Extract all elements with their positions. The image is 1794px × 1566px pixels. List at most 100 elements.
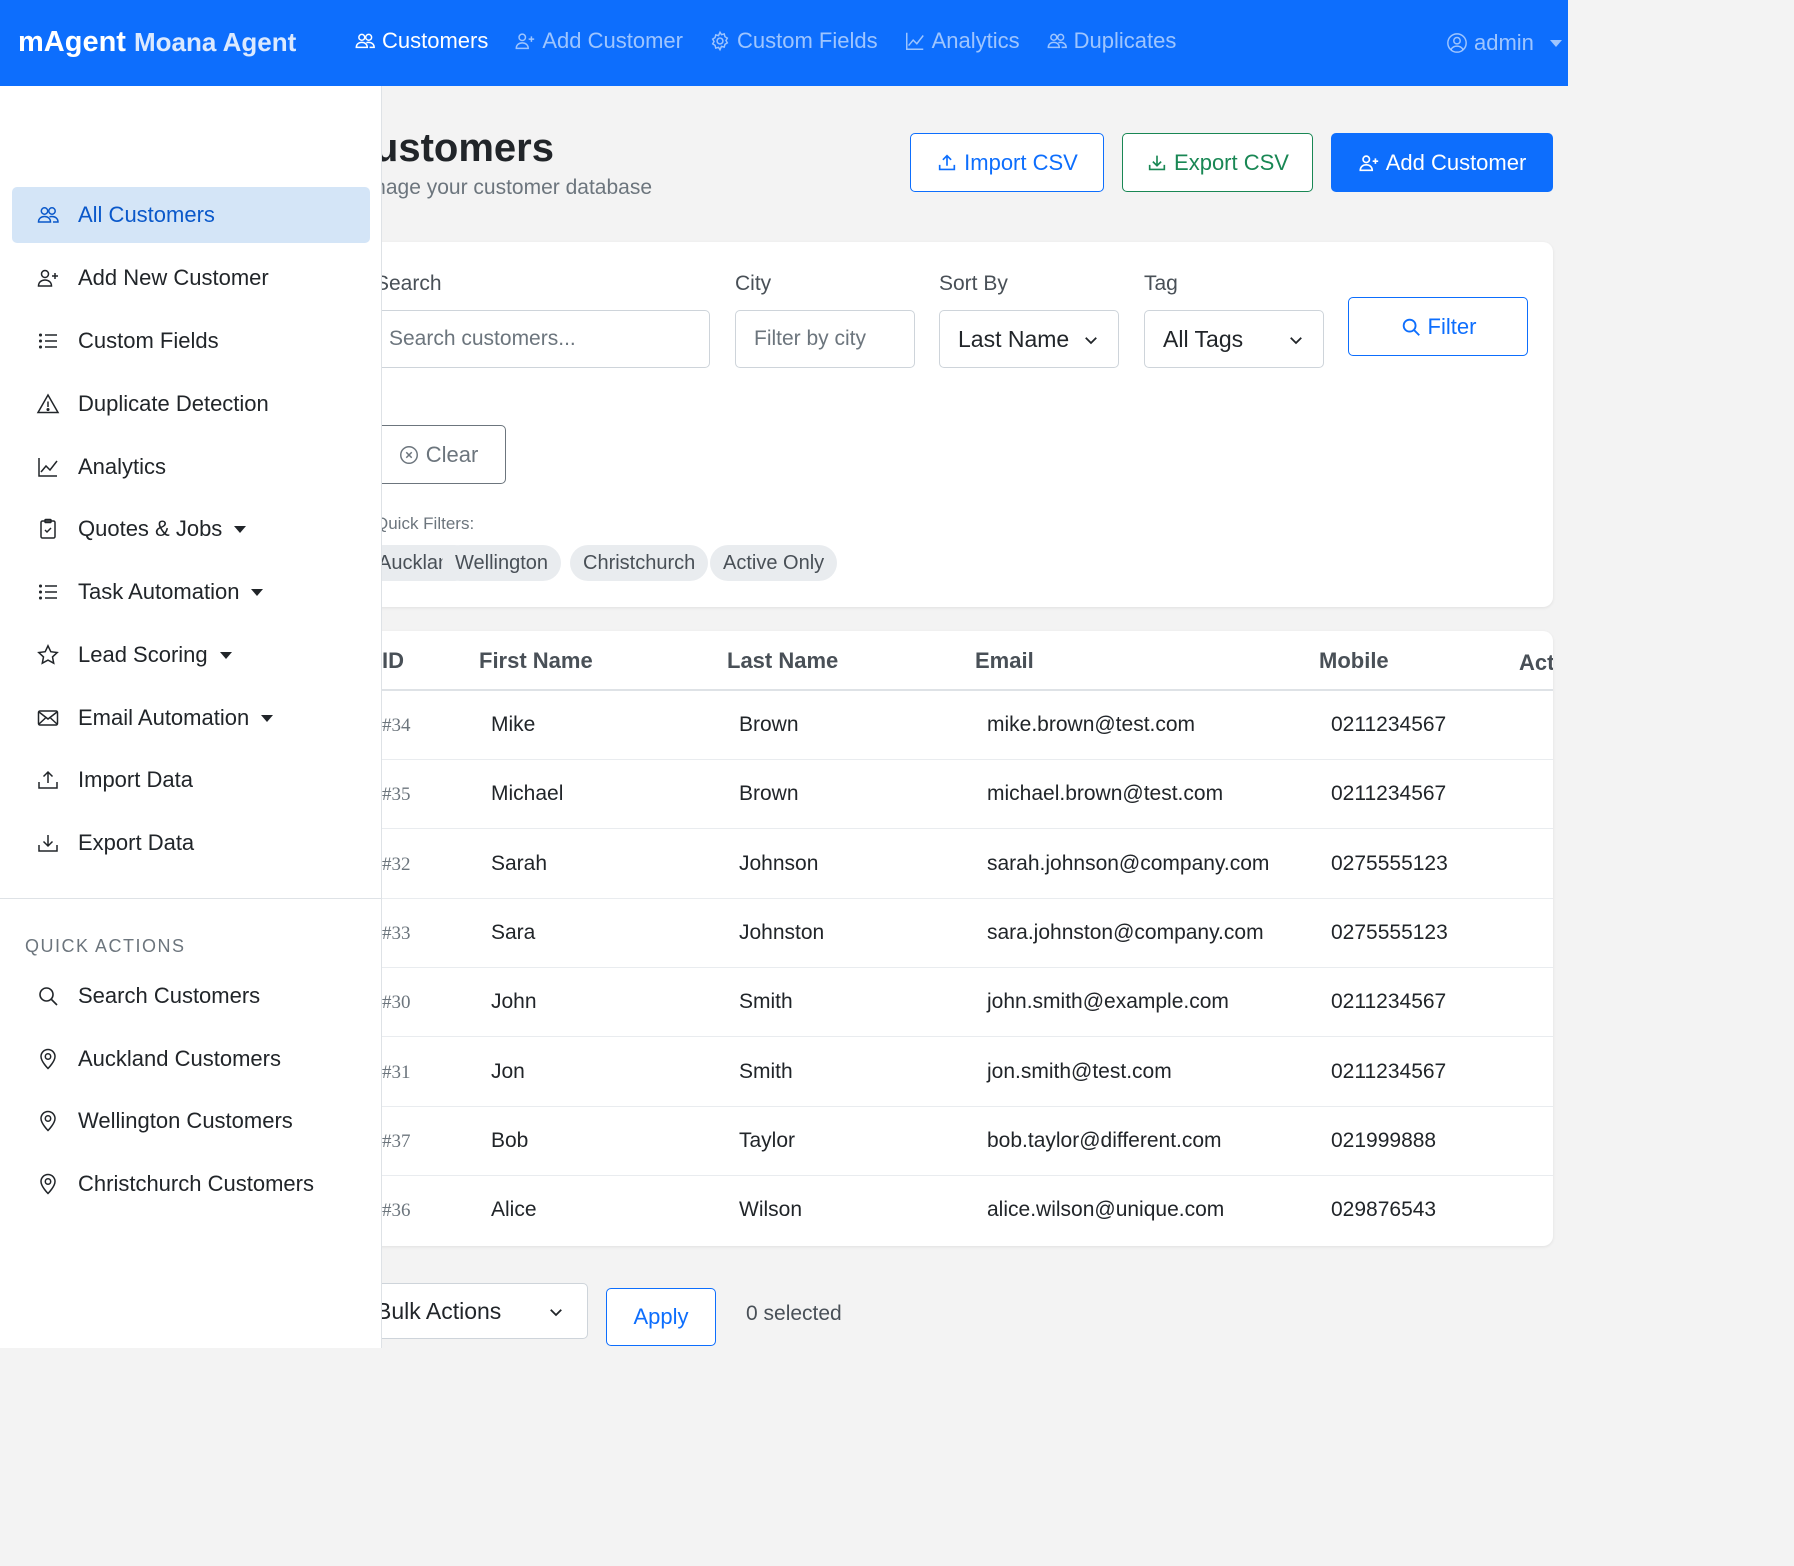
- sort-select[interactable]: Last Name: [939, 310, 1119, 368]
- warning-icon: [36, 392, 60, 416]
- sidebar-item-label: Task Automation: [78, 579, 240, 604]
- sidebar-item-label: Import Data: [78, 767, 193, 792]
- top-navbar: mAgent Moana Agent Customers Add Custome…: [0, 0, 1568, 86]
- sidebar-item-import-data[interactable]: Import Data: [12, 752, 370, 808]
- person-plus-icon: [514, 30, 536, 52]
- sidebar-item-quotes-jobs[interactable]: Quotes & Jobs: [12, 501, 370, 557]
- sidebar-item-custom-fields[interactable]: Custom Fields: [12, 313, 370, 369]
- cell-mobile: 029876543: [1331, 1198, 1437, 1221]
- sidebar-item-label: Export Data: [78, 830, 195, 855]
- graph-icon: [904, 30, 926, 52]
- filter-label: Filter: [1427, 313, 1477, 339]
- cell-mobile: 021999888: [1331, 1129, 1437, 1152]
- chevron-down-icon: [261, 714, 274, 722]
- user-menu[interactable]: admin: [1446, 30, 1562, 56]
- table-row[interactable]: #30 John Smith john.smith@example.com 02…: [345, 968, 1553, 1037]
- nav-link-customers[interactable]: Customers: [354, 28, 488, 54]
- people-icon: [36, 203, 60, 227]
- filter-button[interactable]: Filter: [1348, 297, 1528, 356]
- quick-filter-chip[interactable]: Wellington: [442, 545, 562, 581]
- table-row[interactable]: #36 Alice Wilson alice.wilson@unique.com…: [345, 1176, 1553, 1245]
- city-input[interactable]: Filter by city: [735, 310, 915, 368]
- sidebar-item-all-customers[interactable]: All Customers: [12, 187, 370, 243]
- cell-mobile: 0275555123: [1331, 921, 1448, 944]
- quick-action-christchurch-customers[interactable]: Christchurch Customers: [12, 1156, 370, 1212]
- quick-action-wellington-customers[interactable]: Wellington Customers: [12, 1093, 370, 1149]
- cell-mobile: 0275555123: [1331, 852, 1448, 875]
- import-csv-button[interactable]: Import CSV: [910, 133, 1104, 192]
- nav-link-analytics[interactable]: Analytics: [904, 28, 1020, 54]
- sidebar-item-analytics[interactable]: Analytics: [12, 439, 370, 495]
- sidebar-item-export-data[interactable]: Export Data: [12, 815, 370, 871]
- cell-last-name: Brown: [739, 713, 799, 736]
- apply-button[interactable]: Apply: [606, 1288, 716, 1346]
- cell-first-name: Jon: [491, 1060, 525, 1083]
- brand-subtitle: Moana Agent: [134, 27, 297, 57]
- cell-mobile: 0211234567: [1331, 990, 1447, 1013]
- sidebar-item-duplicate-detection[interactable]: Duplicate Detection: [12, 376, 370, 432]
- table-row[interactable]: #35 Michael Brown michael.brown@test.com…: [345, 760, 1553, 829]
- cell-last-name: Johnson: [739, 852, 819, 875]
- sidebar-item-add-new-customer[interactable]: Add New Customer: [12, 250, 370, 306]
- sidebar-item-lead-scoring[interactable]: Lead Scoring: [12, 627, 370, 683]
- cell-email: michael.brown@test.com: [987, 782, 1224, 805]
- column-header-mobile[interactable]: Mobile: [1319, 648, 1389, 674]
- column-header-actions: Actions: [1519, 650, 1553, 675]
- cell-first-name: Bob: [491, 1129, 529, 1152]
- clipboard-icon: [36, 517, 60, 541]
- sort-label: Sort By: [939, 272, 1008, 295]
- page-subtitle: Manage your customer database: [345, 176, 653, 199]
- cell-first-name: Mike: [491, 713, 536, 736]
- city-label: City: [735, 272, 772, 295]
- brand[interactable]: mAgent Moana Agent: [18, 26, 296, 59]
- column-header-id[interactable]: ID: [382, 648, 404, 674]
- cell-id: #32: [382, 854, 411, 875]
- cell-email: sarah.johnson@company.com: [987, 852, 1270, 875]
- nav-link-duplicates[interactable]: Duplicates: [1046, 28, 1176, 54]
- nav-links: Customers Add Customer Custom Fields Ana…: [354, 28, 1176, 54]
- cell-id: #34: [382, 715, 411, 736]
- export-csv-button[interactable]: Export CSV: [1122, 133, 1313, 192]
- search-input[interactable]: Search customers...: [370, 310, 710, 368]
- column-header-first-name[interactable]: First Name: [479, 648, 593, 674]
- quick-filter-chip[interactable]: Christchurch: [570, 545, 709, 581]
- quick-filter-chip[interactable]: Active Only: [710, 545, 838, 581]
- sidebar-item-label: Lead Scoring: [78, 642, 208, 667]
- chevron-down-icon: [219, 651, 232, 659]
- add-customer-button[interactable]: Add Customer: [1331, 133, 1553, 192]
- nav-link-add-customer[interactable]: Add Customer: [514, 28, 683, 54]
- sidebar-item-label: Email Automation: [78, 705, 250, 730]
- sidebar-item-label: Add New Customer: [78, 265, 269, 290]
- quick-action-search-customers[interactable]: Search Customers: [12, 968, 370, 1024]
- sidebar-item-email-automation[interactable]: Email Automation: [12, 690, 370, 746]
- table-row[interactable]: #32 Sarah Johnson sarah.johnson@company.…: [345, 830, 1553, 899]
- cell-id: #35: [382, 784, 411, 805]
- download-icon: [1146, 152, 1168, 174]
- export-csv-label: Export CSV: [1174, 149, 1289, 175]
- brand-name: mAgent: [18, 26, 126, 58]
- upload-icon: [936, 152, 958, 174]
- table-row[interactable]: #33 Sara Johnston sara.johnston@company.…: [345, 899, 1553, 968]
- chevron-down-icon: [1085, 337, 1097, 345]
- sidebar-item-label: Duplicate Detection: [78, 391, 269, 416]
- gear-icon: [709, 30, 731, 52]
- cell-first-name: Alice: [491, 1198, 537, 1221]
- nav-link-custom-fields[interactable]: Custom Fields: [709, 28, 878, 54]
- tag-select[interactable]: All Tags: [1144, 310, 1324, 368]
- quick-action-auckland-customers[interactable]: Auckland Customers: [12, 1031, 370, 1087]
- chevron-down-icon: [251, 588, 264, 596]
- person-plus-icon: [1358, 152, 1380, 174]
- geo-pin-icon: [36, 1047, 60, 1071]
- list-icon: [36, 580, 60, 604]
- column-header-email[interactable]: Email: [975, 648, 1034, 674]
- star-icon: [36, 643, 60, 667]
- sidebar-item-label: All Customers: [78, 202, 215, 227]
- column-header-last-name[interactable]: Last Name: [727, 648, 838, 674]
- table-row[interactable]: #37 Bob Taylor bob.taylor@different.com …: [345, 1107, 1553, 1176]
- clear-button[interactable]: Clear: [370, 425, 506, 484]
- sidebar-item-task-automation[interactable]: Task Automation: [12, 564, 370, 620]
- table-row[interactable]: #34 Mike Brown mike.brown@test.com 02112…: [345, 691, 1553, 760]
- quick-action-label: Search Customers: [78, 983, 261, 1008]
- table-row[interactable]: #31 Jon Smith jon.smith@test.com 0211234…: [345, 1038, 1553, 1107]
- graph-icon: [36, 455, 60, 479]
